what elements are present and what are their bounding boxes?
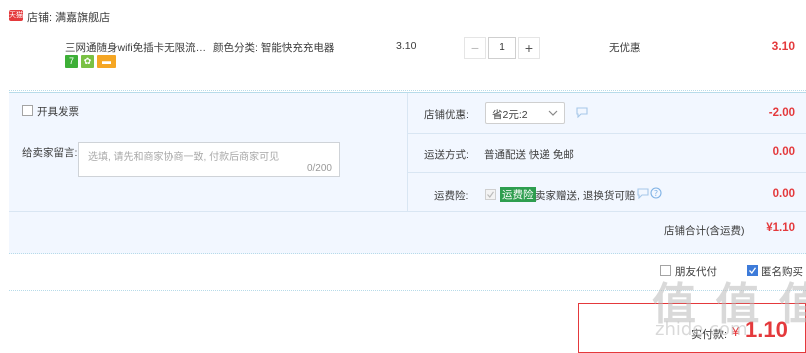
item-price: 3.10 bbox=[396, 40, 417, 52]
service-badge-icon[interactable]: ✿ bbox=[81, 55, 94, 68]
row-divider bbox=[408, 133, 806, 134]
quantity-plus-button[interactable]: + bbox=[518, 37, 540, 59]
store-total-label: 店铺合计(含运费) bbox=[664, 225, 745, 237]
tmall-icon: 天猫 bbox=[9, 10, 23, 21]
panel-divider bbox=[407, 93, 408, 211]
check-icon bbox=[487, 191, 494, 198]
shop-name[interactable]: 店铺: 满嘉旗舰店 bbox=[27, 9, 110, 25]
help-icon[interactable]: ? bbox=[650, 187, 662, 199]
shop-discount-select[interactable]: 省2元:2 bbox=[485, 102, 565, 124]
message-label: 给卖家留言: bbox=[22, 147, 78, 159]
insurance-amount: 0.00 bbox=[772, 188, 795, 200]
shipping-method: 普通配送 快递 免邮 bbox=[484, 149, 574, 161]
comment-icon[interactable] bbox=[576, 107, 588, 118]
message-counter: 0/200 bbox=[306, 163, 332, 174]
store-total-amount: ¥1.10 bbox=[766, 222, 795, 234]
comment-icon[interactable] bbox=[637, 188, 649, 199]
insurance-checkbox[interactable] bbox=[485, 189, 496, 200]
chevron-down-icon bbox=[548, 110, 558, 116]
shop-discount-selected: 省2元:2 bbox=[492, 109, 528, 121]
shop-discount-label: 店铺优惠: bbox=[424, 109, 469, 121]
quantity-minus-button[interactable]: − bbox=[464, 37, 486, 59]
item-promotion: 无优惠 bbox=[609, 42, 641, 54]
invoice-label[interactable]: 开具发票 bbox=[37, 104, 79, 119]
message-textarea[interactable]: 选填, 请先和商家协商一致, 付款后商家可见 0/200 bbox=[78, 142, 340, 177]
item-sku: 颜色分类: 智能快充充电器 bbox=[213, 42, 335, 54]
insurance-label: 运费险: bbox=[434, 190, 469, 202]
quantity-stepper: − 1 + bbox=[464, 37, 540, 59]
item-subtotal: 3.10 bbox=[771, 39, 795, 53]
insurance-tag: 运费险 bbox=[500, 187, 536, 202]
item-title-link[interactable]: 三网通随身wifi免插卡无限流量... bbox=[65, 40, 210, 55]
insurance-description: 卖家赠送, 退换货可赔 bbox=[535, 190, 636, 202]
shipping-amount: 0.00 bbox=[772, 146, 795, 158]
shop-header: 天猫 店铺: 满嘉旗舰店 bbox=[0, 0, 806, 32]
shop-discount-amount: -2.00 bbox=[768, 107, 795, 119]
invoice-checkbox[interactable] bbox=[22, 105, 33, 116]
row-divider bbox=[9, 211, 806, 212]
message-placeholder: 选填, 请先和商家协商一致, 付款后商家可见 bbox=[88, 152, 280, 163]
seven-day-return-icon[interactable]: 7 bbox=[65, 55, 78, 68]
shipping-label: 运送方式: bbox=[424, 149, 469, 161]
row-divider bbox=[408, 172, 806, 173]
credit-card-icon[interactable]: ▬ bbox=[97, 55, 116, 68]
watermark-site: zhide.com bbox=[655, 319, 748, 340]
svg-text:?: ? bbox=[654, 189, 658, 198]
quantity-input[interactable]: 1 bbox=[488, 37, 516, 59]
